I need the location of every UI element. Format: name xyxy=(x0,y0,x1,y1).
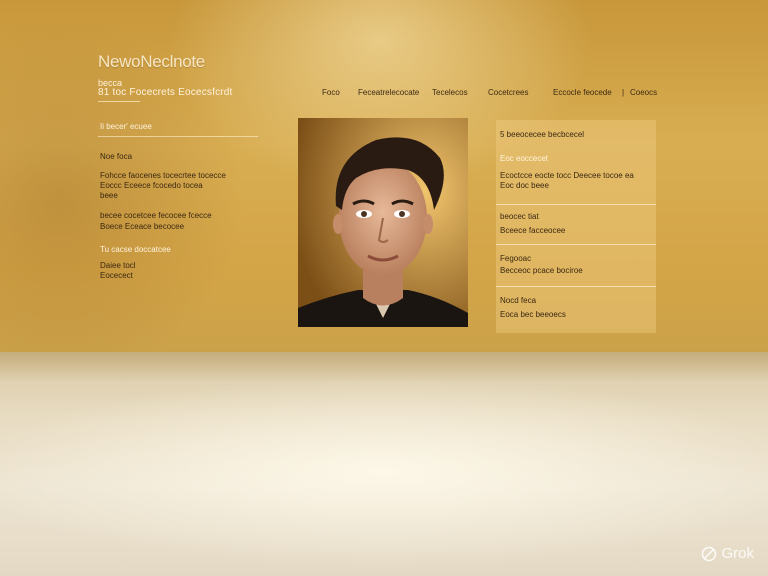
panel-group1-line-1: Ecoctcce eocte tocc Deecee tocoe ea xyxy=(500,171,634,180)
left-section1-title[interactable]: Noe foca xyxy=(100,152,132,162)
nav-item-6[interactable]: Coeocs xyxy=(630,88,657,97)
main-nav: Foco Feceatrelecocate Tecelecos Cocetcre… xyxy=(320,88,665,100)
panel-divider-3 xyxy=(496,286,656,287)
nav-item-3[interactable]: Tecelecos xyxy=(432,88,468,97)
nav-item-5[interactable]: Eccocle feocede xyxy=(553,88,612,97)
panel-group1-title[interactable]: Eoc eoccecet xyxy=(500,154,548,164)
left-section1-line-3: beee xyxy=(100,191,118,200)
site-brand[interactable]: NewoNeclnote xyxy=(98,52,205,72)
panel-group2-line: Bceece facceocee xyxy=(500,226,566,235)
panel-group3-line: Becceoc pcace bociroe xyxy=(500,266,583,275)
left-section1-line-2: Eoccc Eceece fcocedo tocea xyxy=(100,181,203,190)
left-divider-1 xyxy=(98,136,258,137)
left-intro: Ii becer' ecuee xyxy=(100,122,152,131)
nav-separator: | xyxy=(622,88,625,97)
profile-portrait xyxy=(298,118,468,327)
right-info-panel: 5 beeocecee becbcecel Eoc eoccecet Ecoct… xyxy=(496,120,656,333)
panel-divider-2 xyxy=(496,244,656,245)
panel-group4-title[interactable]: Nocd feca xyxy=(500,296,536,306)
grok-logo-icon xyxy=(702,546,717,561)
panel-heading: 5 beeocecee becbcecel xyxy=(500,130,585,139)
left-section3-line-2: Eocecect xyxy=(100,271,133,280)
floor-background xyxy=(0,352,768,576)
tagline-line-2: 81 toc Focecrets Eocecsfcrdt xyxy=(98,87,233,98)
grok-watermark: Grok xyxy=(701,545,754,562)
portrait-illustration xyxy=(298,118,468,327)
left-section3-line-1: Daiee tocl xyxy=(100,261,136,270)
left-section1-line-1: Fohcce faocenes tocecrtee tocecce xyxy=(100,171,226,180)
panel-group1-line-2: Eoc doc beee xyxy=(500,181,549,190)
panel-group2-title[interactable]: beocec tiat xyxy=(500,212,539,222)
watermark-text: Grok xyxy=(721,545,754,562)
nav-item-4[interactable]: Cocetcrees xyxy=(488,88,528,97)
floor-shadow xyxy=(0,352,768,382)
tagline-divider xyxy=(98,101,140,102)
left-section2-line-2: Boece Eceace becocee xyxy=(100,222,185,231)
nav-item-2[interactable]: Feceatrelecocate xyxy=(358,88,419,97)
nav-item-1[interactable]: Foco xyxy=(322,88,340,97)
panel-divider-1 xyxy=(496,204,656,205)
panel-group4-line: Eoca bec beeoecs xyxy=(500,310,566,319)
left-section3-title[interactable]: Tu cacse doccatcee xyxy=(100,245,171,255)
panel-group3-title[interactable]: Fegooac xyxy=(500,254,531,264)
left-section2-line-1: becee cocetcee fecocee fcecce xyxy=(100,211,212,220)
